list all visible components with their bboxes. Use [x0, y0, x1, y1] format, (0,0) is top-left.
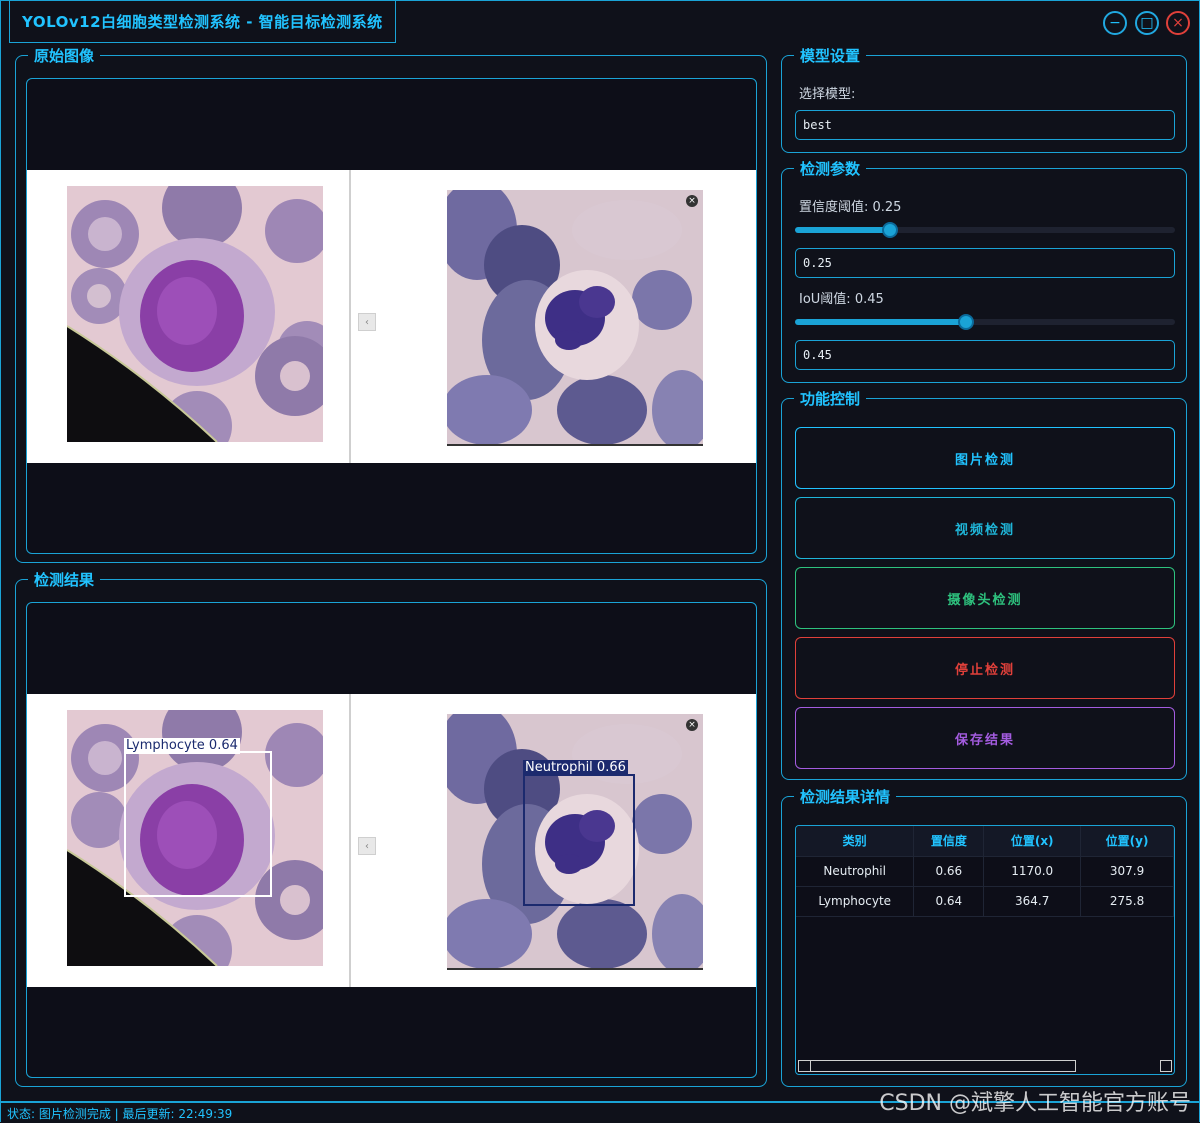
- table-row[interactable]: Lymphocyte 0.64 364.7 275.8: [796, 886, 1174, 917]
- result-image-frame: Lymphocyte 0.64 ‹ × Neutrophil 0.66: [26, 602, 757, 1078]
- result-scroll-left-icon[interactable]: ‹: [358, 837, 376, 855]
- detection-result-group: 检测结果 Lymphocyte 0.64 ‹ × Neutrophil 0.66: [15, 570, 767, 1087]
- close-icon: ×: [1172, 15, 1184, 31]
- table-header-row: 类别 置信度 位置(x) 位置(y): [796, 826, 1174, 857]
- iou-slider[interactable]: [795, 314, 1175, 330]
- scrollbar-handle[interactable]: [799, 1061, 811, 1071]
- confidence-label: 置信度阈值: 0.25: [799, 200, 902, 215]
- maximize-icon: □: [1140, 15, 1154, 31]
- lymphocyte-bounding-box: [124, 751, 272, 897]
- horizontal-scrollbar[interactable]: [798, 1060, 1076, 1072]
- neutrophil-bounding-box: [523, 774, 635, 906]
- lymphocyte-detection-label: Lymphocyte 0.64: [124, 738, 240, 754]
- video-detect-button[interactable]: 视频检测: [795, 497, 1175, 559]
- minimize-icon: −: [1109, 15, 1121, 31]
- maximize-button[interactable]: □: [1135, 11, 1159, 35]
- watermark: CSDN @斌擎人工智能官方账号: [879, 1091, 1191, 1116]
- original-image-canvas: ‹ ×: [27, 170, 756, 463]
- neutrophil-detection-label: Neutrophil 0.66: [523, 760, 628, 776]
- confidence-input-value: 0.25: [803, 256, 832, 270]
- iou-slider-fill: [795, 319, 966, 325]
- save-results-button[interactable]: 保存结果: [795, 707, 1175, 769]
- model-settings-title: 模型设置: [794, 46, 867, 66]
- table-cell: Lymphocyte: [796, 886, 915, 917]
- column-header-confidence[interactable]: 置信度: [913, 826, 985, 857]
- model-select-value: best: [803, 118, 832, 132]
- table-cell: 275.8: [1080, 886, 1174, 917]
- model-select[interactable]: best: [795, 110, 1175, 140]
- image-detect-button[interactable]: 图片检测: [795, 427, 1175, 489]
- model-settings-group: 模型设置 选择模型: best: [781, 46, 1187, 153]
- original-image-group: 原始图像 ‹ ×: [15, 46, 767, 563]
- scroll-left-icon[interactable]: ‹: [358, 313, 376, 331]
- app-window: YOLOv12白细胞类型检测系统 - 智能目标检测系统 − □ × 原始图像 ‹…: [0, 0, 1200, 1123]
- minimize-button[interactable]: −: [1103, 11, 1127, 35]
- iou-label: IoU阈值: 0.45: [799, 292, 884, 307]
- close-button[interactable]: ×: [1166, 11, 1190, 35]
- function-control-group: 功能控制 图片检测 视频检测 摄像头检测 停止检测 保存结果: [781, 389, 1187, 780]
- table-cell: 307.9: [1080, 856, 1174, 887]
- select-model-label: 选择模型:: [799, 87, 856, 102]
- remove-result-image-icon[interactable]: ×: [686, 719, 698, 731]
- window-title: YOLOv12白细胞类型检测系统 - 智能目标检测系统: [22, 13, 383, 31]
- camera-detect-button[interactable]: 摄像头检测: [795, 567, 1175, 629]
- stop-detect-button[interactable]: 停止检测: [795, 637, 1175, 699]
- iou-input[interactable]: 0.45: [795, 340, 1175, 370]
- table-cell: Neutrophil: [796, 856, 915, 887]
- lymphocyte-image: [67, 186, 323, 442]
- neutrophil-image: [447, 190, 703, 446]
- detection-details-title: 检测结果详情: [794, 787, 897, 807]
- scrollbar-corner: [1160, 1060, 1172, 1072]
- table-row[interactable]: Neutrophil 0.66 1170.0 307.9: [796, 856, 1174, 887]
- original-image-title: 原始图像: [28, 46, 101, 66]
- detection-details-group: 检测结果详情 类别 置信度 位置(x) 位置(y) Neutrophil 0.6…: [781, 787, 1187, 1087]
- results-table: 类别 置信度 位置(x) 位置(y) Neutrophil 0.66 1170.…: [796, 826, 1174, 917]
- result-image-divider: [349, 694, 351, 987]
- iou-slider-handle[interactable]: [958, 314, 974, 330]
- iou-input-value: 0.45: [803, 348, 832, 362]
- confidence-slider-fill: [795, 227, 890, 233]
- table-cell: 0.66: [913, 856, 985, 887]
- detection-params-title: 检测参数: [794, 159, 867, 179]
- result-image-canvas: Lymphocyte 0.64 ‹ × Neutrophil 0.66: [27, 694, 756, 987]
- detection-params-group: 检测参数 置信度阈值: 0.25 0.25 IoU阈值: 0.45 0.45: [781, 159, 1187, 383]
- results-table-frame: 类别 置信度 位置(x) 位置(y) Neutrophil 0.66 1170.…: [795, 825, 1175, 1075]
- remove-image-icon[interactable]: ×: [686, 195, 698, 207]
- column-header-class[interactable]: 类别: [796, 826, 915, 857]
- confidence-input[interactable]: 0.25: [795, 248, 1175, 278]
- image-divider: [349, 170, 351, 463]
- column-header-x[interactable]: 位置(x): [983, 826, 1082, 857]
- confidence-slider-handle[interactable]: [882, 222, 898, 238]
- table-cell: 0.64: [913, 886, 985, 917]
- detection-result-title: 检测结果: [28, 570, 101, 590]
- status-text: 状态: 图片检测完成 | 最后更新: 22:49:39: [7, 1106, 233, 1121]
- table-cell: 364.7: [983, 886, 1082, 917]
- original-image-frame: ‹ ×: [26, 78, 757, 554]
- table-cell: 1170.0: [983, 856, 1082, 887]
- window-title-tab: YOLOv12白细胞类型检测系统 - 智能目标检测系统: [9, 1, 396, 43]
- confidence-slider[interactable]: [795, 222, 1175, 238]
- column-header-y[interactable]: 位置(y): [1080, 826, 1174, 857]
- title-bar: YOLOv12白细胞类型检测系统 - 智能目标检测系统 − □ ×: [1, 1, 1199, 43]
- function-control-title: 功能控制: [794, 389, 867, 409]
